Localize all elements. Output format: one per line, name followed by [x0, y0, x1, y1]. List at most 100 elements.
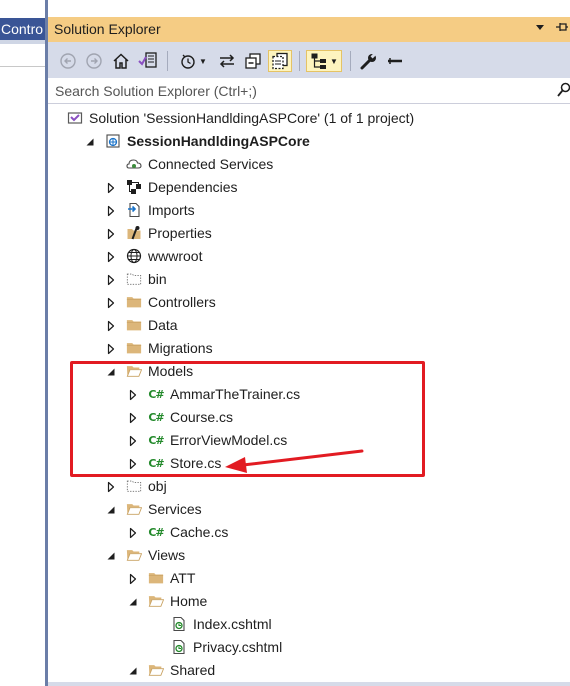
tree-node[interactable]: C# Store.cs — [48, 452, 570, 475]
open-folder-icon — [126, 547, 142, 563]
folder-icon — [126, 317, 142, 333]
tree-node[interactable]: SessionHandldingASPCore — [48, 130, 570, 153]
csharp-file-icon: C# — [148, 410, 164, 424]
tree-node[interactable]: Dependencies — [48, 176, 570, 199]
expand-arrow-icon — [107, 320, 115, 331]
tree-node-label: SessionHandldingASPCore — [127, 133, 310, 149]
forward-button[interactable] — [84, 50, 104, 72]
tree-node[interactable]: Views — [48, 544, 570, 567]
tree-node-label: obj — [148, 478, 167, 494]
search-icon[interactable] — [557, 82, 570, 101]
tree-node[interactable]: C# AmmarTheTrainer.cs — [48, 383, 570, 406]
expand-toggle[interactable] — [105, 337, 117, 360]
show-all-files-icon — [272, 52, 288, 70]
expand-toggle[interactable] — [105, 291, 117, 314]
show-all-files-button[interactable] — [268, 50, 292, 72]
solution-view-dropdown-button[interactable]: ▼ — [306, 50, 342, 72]
expand-toggle[interactable] — [105, 268, 117, 291]
tree-node[interactable]: Models — [48, 360, 570, 383]
tree-node[interactable]: C# Cache.cs — [48, 521, 570, 544]
tree-node[interactable]: Properties — [48, 222, 570, 245]
csharp-file-icon: C# — [148, 456, 164, 470]
folder-icon — [148, 570, 164, 586]
tree-node[interactable]: C# Course.cs — [48, 406, 570, 429]
expand-toggle[interactable] — [105, 314, 117, 337]
tree-node-label: AmmarTheTrainer.cs — [170, 386, 301, 402]
tree-node-label: Connected Services — [148, 156, 274, 172]
expand-toggle[interactable] — [105, 222, 117, 245]
expand-toggle[interactable] — [127, 429, 139, 452]
expand-toggle[interactable] — [127, 521, 139, 544]
tree-node[interactable]: Shared — [48, 659, 570, 682]
solution-icon — [67, 110, 83, 126]
tree-node[interactable]: wwwroot — [48, 245, 570, 268]
collapse-all-button[interactable] — [242, 50, 264, 72]
dash-icon — [388, 58, 402, 64]
tree-node[interactable]: Migrations — [48, 337, 570, 360]
tree-node[interactable]: Imports — [48, 199, 570, 222]
expand-toggle[interactable] — [127, 406, 139, 429]
collapse-toggle[interactable] — [105, 544, 117, 567]
tree-node[interactable]: obj — [48, 475, 570, 498]
tree-node[interactable]: Data — [48, 314, 570, 337]
tree-node-label: Data — [148, 317, 178, 333]
properties-button[interactable] — [358, 50, 380, 72]
tree-node[interactable]: Index.cshtml — [48, 613, 570, 636]
sync-arrows-icon — [219, 54, 235, 68]
toolbar-separator — [167, 51, 168, 71]
tree-node[interactable]: bin — [48, 268, 570, 291]
csharp-file-icon: C# — [148, 525, 164, 539]
collapse-toggle[interactable] — [105, 360, 117, 383]
pin-icon[interactable] — [555, 19, 569, 38]
expand-toggle[interactable] — [127, 452, 139, 475]
collapse-arrow-icon — [107, 368, 115, 375]
collapse-toggle[interactable] — [127, 590, 139, 613]
tree-node-label: Controllers — [148, 294, 216, 310]
expand-arrow-icon — [129, 412, 137, 423]
left-editor-pane: Contro — [0, 0, 45, 686]
chevron-down-icon[interactable]: ▼ — [199, 57, 207, 66]
tree-view-icon — [311, 53, 327, 69]
tree-node[interactable]: C# ErrorViewModel.cs — [48, 429, 570, 452]
back-button[interactable] — [58, 50, 78, 72]
tree-node[interactable]: ATT — [48, 567, 570, 590]
window-options-dropdown-icon[interactable] — [535, 19, 545, 38]
expand-toggle[interactable] — [127, 383, 139, 406]
expand-toggle[interactable] — [105, 475, 117, 498]
sync-with-active-document-button[interactable] — [216, 50, 238, 72]
expand-toggle[interactable] — [105, 176, 117, 199]
globe-icon — [126, 248, 142, 264]
tree-node-label: ATT — [170, 570, 196, 586]
tree-node-label: Properties — [148, 225, 212, 241]
preview-selected-items-button[interactable] — [384, 50, 406, 72]
expand-arrow-icon — [129, 435, 137, 446]
dependencies-icon — [126, 179, 142, 195]
folder-icon — [126, 340, 142, 356]
expand-toggle[interactable] — [105, 245, 117, 268]
collapse-toggle[interactable] — [105, 498, 117, 521]
editor-tab-controller[interactable]: Contro — [0, 18, 45, 40]
pending-changes-filter-button[interactable]: ▼ — [174, 50, 212, 72]
expand-toggle[interactable] — [127, 567, 139, 590]
tree-node[interactable]: Solution 'SessionHandldingASPCore' (1 of… — [48, 107, 570, 130]
chevron-down-icon[interactable]: ▼ — [330, 57, 338, 66]
tree-node-label: wwwroot — [148, 248, 203, 264]
search-input[interactable] — [48, 78, 553, 104]
tree-node[interactable]: Privacy.cshtml — [48, 636, 570, 659]
collapse-arrow-icon — [107, 506, 115, 513]
home-button[interactable] — [110, 50, 132, 72]
tree-node[interactable]: Services — [48, 498, 570, 521]
expand-toggle[interactable] — [105, 199, 117, 222]
collapse-toggle[interactable] — [127, 659, 139, 682]
tree-node[interactable]: Controllers — [48, 291, 570, 314]
tree-node-label: Index.cshtml — [193, 616, 272, 632]
tree-node[interactable]: Home — [48, 590, 570, 613]
switch-views-button[interactable] — [136, 50, 160, 72]
open-folder-icon — [148, 593, 164, 609]
collapse-toggle[interactable] — [84, 130, 96, 153]
connected-services-icon — [126, 156, 142, 172]
top-strip — [48, 0, 570, 17]
tree-node[interactable]: Connected Services — [48, 153, 570, 176]
cshtml-file-icon — [171, 616, 187, 632]
open-folder-icon — [126, 363, 142, 379]
